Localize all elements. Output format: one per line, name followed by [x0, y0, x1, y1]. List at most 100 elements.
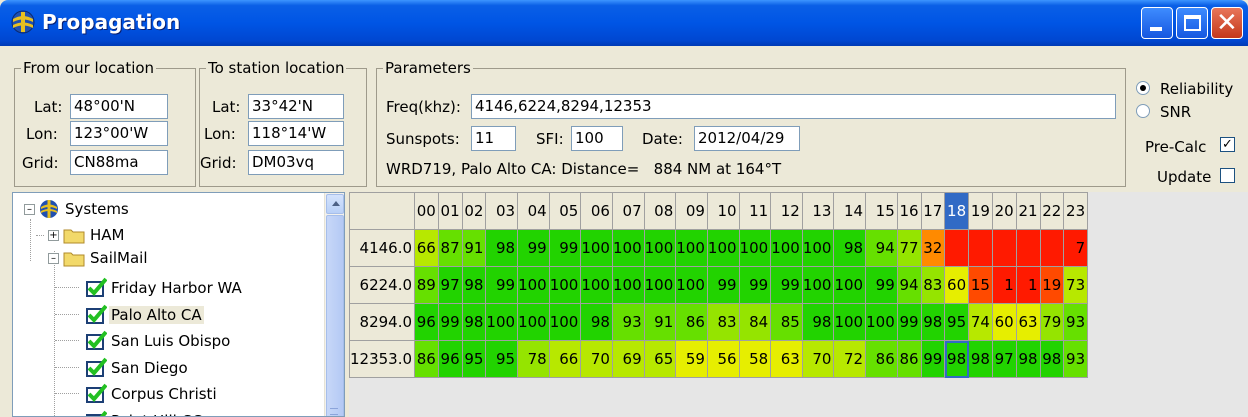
hour-header[interactable]: 01	[437, 192, 463, 230]
minimize-button[interactable]	[1141, 7, 1173, 39]
precalc-checkbox[interactable]: ✓	[1220, 137, 1235, 152]
reliability-cell[interactable]: 100	[611, 229, 645, 267]
reliability-cell[interactable]: 93	[611, 303, 645, 341]
reliability-cell[interactable]: 98	[1015, 340, 1041, 378]
reliability-cell[interactable]: 97	[991, 340, 1017, 378]
reliability-cell[interactable]: 97	[437, 266, 463, 304]
reliability-cell[interactable]: 59	[675, 340, 708, 378]
reliability-radio[interactable]	[1136, 81, 1150, 95]
reliability-cell[interactable]: 1	[1015, 266, 1041, 304]
reliability-cell[interactable]: 91	[643, 303, 677, 341]
maximize-button[interactable]	[1176, 7, 1208, 39]
reliability-cell[interactable]: 86	[896, 340, 922, 378]
hour-header[interactable]: 04	[517, 192, 550, 230]
reliability-cell[interactable]: 70	[801, 340, 835, 378]
tree-node-station[interactable]: San Luis Obispo	[111, 332, 230, 350]
reliability-cell[interactable]: 100	[801, 229, 835, 267]
reliability-cell[interactable]: 95	[944, 303, 970, 341]
reliability-cell[interactable]: 100	[548, 266, 582, 304]
reliability-cell[interactable]: 15	[968, 266, 993, 304]
reliability-cell[interactable]: 72	[833, 340, 867, 378]
hour-header[interactable]: 20	[991, 192, 1017, 230]
reliability-cell[interactable]: 66	[548, 340, 582, 378]
hour-header[interactable]: 10	[706, 192, 740, 230]
reliability-cell[interactable]: 99	[706, 266, 740, 304]
reliability-cell[interactable]: 100	[643, 229, 677, 267]
reliability-cell[interactable]: 95	[461, 340, 487, 378]
reliability-cell[interactable]: 73	[1063, 266, 1089, 304]
reliability-cell[interactable]: 77	[896, 229, 922, 267]
reliability-cell[interactable]: 96	[437, 340, 463, 378]
reliability-cell[interactable]: 98	[801, 303, 835, 341]
hour-header[interactable]: 18	[944, 192, 970, 230]
tree-node-station[interactable]: Corpus Christi	[111, 385, 217, 403]
reliability-cell[interactable]: 99	[896, 303, 922, 341]
hour-header[interactable]: 11	[738, 192, 772, 230]
tree-node-station[interactable]: Point Hill CC	[111, 412, 203, 417]
reliability-cell[interactable]: 91	[461, 229, 487, 267]
reliability-cell[interactable]: 98	[485, 229, 519, 267]
to-lon-field[interactable]: 118°14'W	[248, 121, 344, 146]
scroll-thumb[interactable]	[326, 215, 344, 416]
from-lon-field[interactable]: 123°00'W	[70, 121, 168, 146]
reliability-cell[interactable]: 100	[706, 229, 740, 267]
reliability-cell[interactable]: 86	[865, 340, 898, 378]
reliability-cell[interactable]: 93	[1063, 340, 1089, 378]
reliability-cell[interactable]: 98	[920, 303, 946, 341]
reliability-cell[interactable]: 100	[580, 229, 613, 267]
reliability-cell[interactable]: 60	[991, 303, 1017, 341]
hour-header[interactable]: 23	[1063, 192, 1089, 230]
hour-header[interactable]: 09	[675, 192, 708, 230]
reliability-cell[interactable]	[991, 229, 1017, 267]
reliability-cell[interactable]: 93	[1063, 303, 1089, 341]
freq-row-header[interactable]: 8294.0	[348, 303, 416, 341]
reliability-cell[interactable]: 98	[944, 340, 970, 378]
reliability-cell[interactable]: 83	[920, 266, 946, 304]
reliability-cell[interactable]: 100	[548, 303, 582, 341]
reliability-cell[interactable]: 99	[865, 266, 898, 304]
hour-header[interactable]: 03	[485, 192, 519, 230]
sailmail-expander[interactable]: –	[48, 253, 59, 264]
reliability-cell[interactable]	[1039, 229, 1065, 267]
reliability-cell[interactable]: 87	[437, 229, 463, 267]
hour-header[interactable]: 12	[770, 192, 803, 230]
from-grid-field[interactable]: CN88ma	[70, 150, 168, 175]
reliability-cell[interactable]: 74	[968, 303, 993, 341]
reliability-cell[interactable]: 60	[944, 266, 970, 304]
reliability-cell[interactable]: 98	[580, 303, 613, 341]
hour-header[interactable]: 16	[896, 192, 922, 230]
reliability-cell[interactable]	[1015, 229, 1041, 267]
title-bar[interactable]: Propagation ✕	[0, 0, 1248, 46]
reliability-cell[interactable]: 99	[517, 229, 550, 267]
reliability-cell[interactable]: 7	[1063, 229, 1089, 267]
hour-header[interactable]: 17	[920, 192, 946, 230]
reliability-cell[interactable]: 100	[643, 266, 677, 304]
hour-header[interactable]: 14	[833, 192, 867, 230]
reliability-cell[interactable]: 98	[461, 266, 487, 304]
freq-row-header[interactable]: 6224.0	[348, 266, 416, 304]
systems-tree[interactable]: – Systems + HAM – SailMail Friday Harbor…	[12, 192, 345, 417]
reliability-cell[interactable]	[944, 229, 970, 267]
reliability-cell[interactable]: 100	[517, 303, 550, 341]
reliability-cell[interactable]: 56	[706, 340, 740, 378]
tree-node-systems[interactable]: Systems	[65, 200, 129, 218]
hour-header[interactable]: 02	[461, 192, 487, 230]
hour-header[interactable]: 15	[865, 192, 898, 230]
reliability-cell[interactable]: 98	[968, 340, 993, 378]
reliability-cell[interactable]: 100	[675, 229, 708, 267]
hour-header[interactable]: 07	[611, 192, 645, 230]
tree-node-sailmail[interactable]: SailMail	[90, 249, 148, 267]
ham-expander[interactable]: +	[48, 230, 59, 241]
reliability-cell[interactable]: 100	[833, 303, 867, 341]
reliability-cell[interactable]: 69	[611, 340, 645, 378]
from-lat-field[interactable]: 48°00'N	[70, 94, 168, 119]
close-button[interactable]: ✕	[1211, 7, 1243, 39]
reliability-cell[interactable]: 100	[801, 266, 835, 304]
reliability-cell[interactable]: 100	[738, 229, 772, 267]
reliability-cell[interactable]: 99	[920, 340, 946, 378]
reliability-cell[interactable]: 94	[865, 229, 898, 267]
reliability-cell[interactable]: 89	[414, 266, 439, 304]
reliability-cell[interactable]: 96	[414, 303, 439, 341]
reliability-cell[interactable]: 19	[1039, 266, 1065, 304]
reliability-cell[interactable]	[968, 229, 993, 267]
